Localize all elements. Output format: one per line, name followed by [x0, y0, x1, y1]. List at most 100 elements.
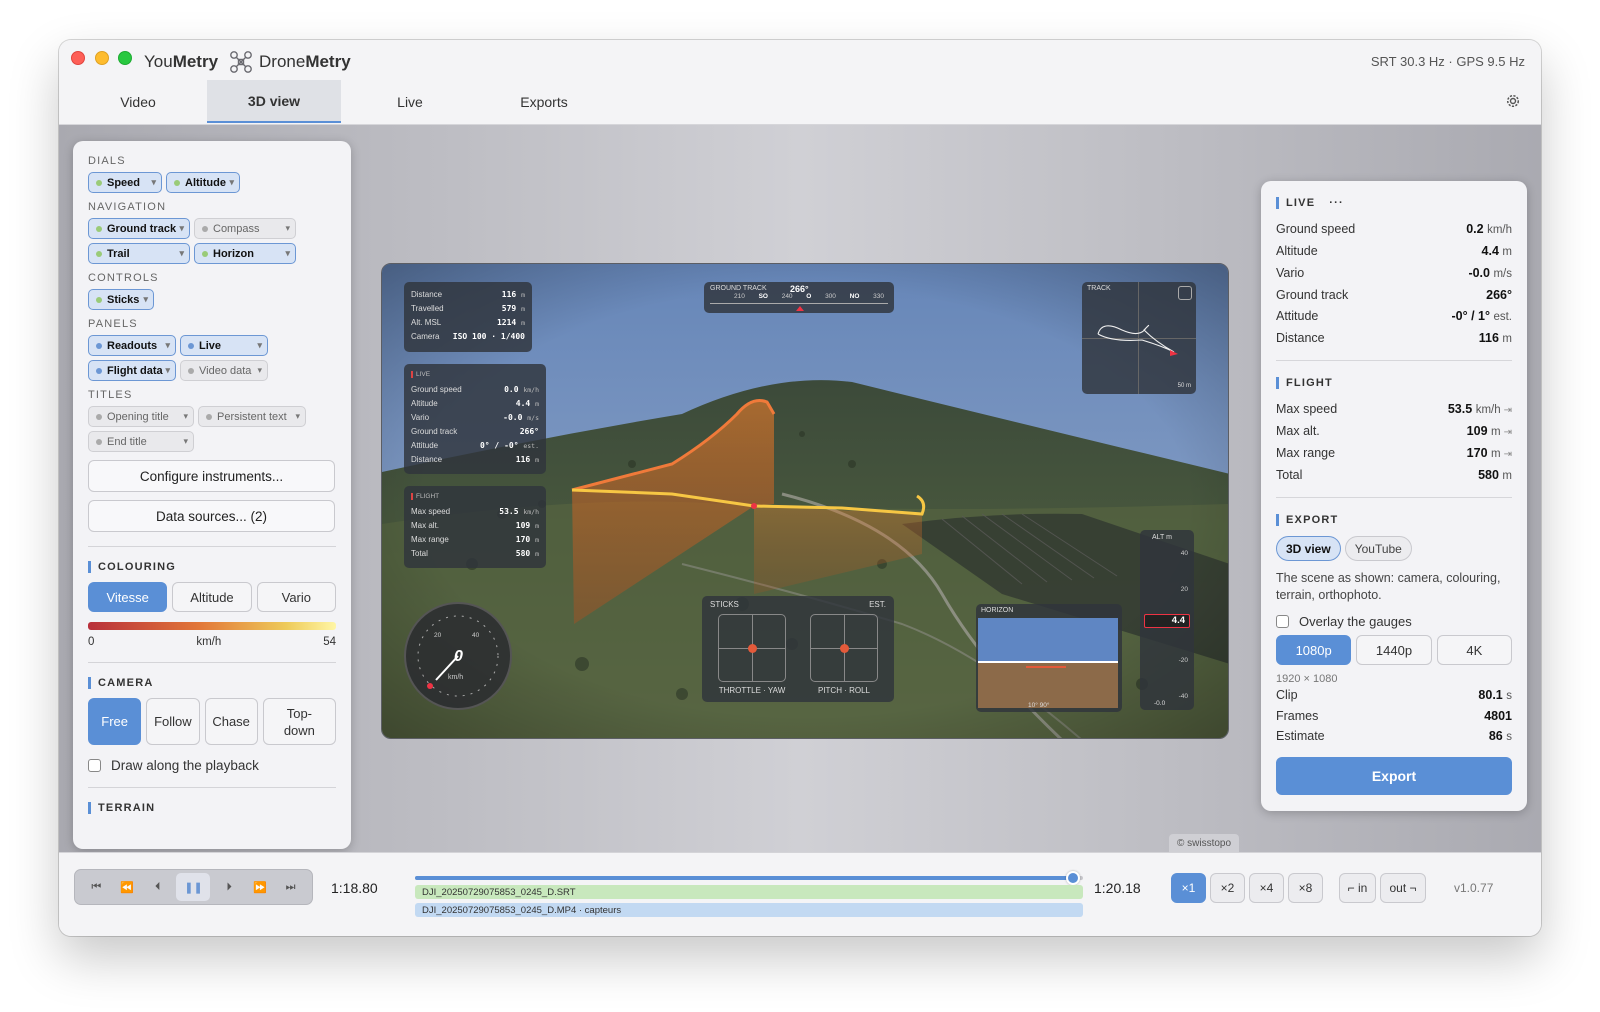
readout-unit: m	[521, 291, 525, 299]
jump-to-icon[interactable]: ⇥	[1504, 449, 1512, 460]
chip-persistent-text[interactable]: Persistent text ▾	[198, 406, 306, 427]
tab-3d-view[interactable]: 3D view	[207, 80, 341, 123]
export-button[interactable]: Export	[1276, 757, 1512, 795]
configure-instruments-button[interactable]: Configure instruments...	[88, 460, 335, 492]
chip-trail[interactable]: Trail ▾	[88, 243, 190, 264]
gt-scale-line	[710, 303, 888, 304]
export-tab-youtube[interactable]: YouTube	[1344, 536, 1412, 561]
flight-row: Total 580 m	[1276, 465, 1512, 487]
live-value: 0.2 km/h	[1466, 219, 1512, 241]
tab-exports[interactable]: Exports	[479, 80, 609, 123]
mark-in-button[interactable]: ⌐ in	[1339, 873, 1376, 903]
track-srt[interactable]: DJI_20250729075853_0245_D.SRT	[415, 885, 1083, 899]
settings-gear-icon[interactable]	[1505, 93, 1521, 109]
minimize-window-button[interactable]	[95, 51, 109, 65]
draw-along-checkbox-row[interactable]: Draw along the playback	[88, 758, 336, 773]
overlay-gauges-row[interactable]: Overlay the gauges	[1276, 614, 1512, 629]
chip-video-data[interactable]: Video data ▾	[180, 360, 268, 381]
readout-value: 579 m	[502, 302, 525, 316]
stat-row: Estimate 86 s	[1276, 726, 1512, 747]
pause-icon[interactable]: ❚❚	[176, 873, 211, 901]
step-back-icon[interactable]: ⏴	[146, 875, 170, 899]
chevron-down-icon: ▾	[165, 365, 170, 375]
skip-to-start-icon[interactable]: ⏮	[84, 875, 108, 899]
flight-number: 109	[1466, 424, 1488, 438]
colour-scale-bar	[88, 622, 336, 630]
mark-out-button[interactable]: out ¬	[1380, 873, 1426, 903]
chip-speed[interactable]: Speed ▾	[88, 172, 162, 193]
timeline-scrubber[interactable]	[1065, 871, 1080, 885]
brand-light: Drone	[259, 52, 306, 71]
flight-heading-label: FLIGHT	[1286, 377, 1333, 389]
live-unit: km/h	[1487, 224, 1512, 236]
live-unit: km/h	[523, 386, 539, 394]
scale-min: 0	[88, 636, 95, 648]
draw-along-checkbox[interactable]	[88, 759, 101, 772]
chip-sticks[interactable]: Sticks ▾	[88, 289, 154, 310]
chevron-down-icon: ▾	[183, 436, 188, 446]
flight-heading: FLIGHT	[1276, 377, 1512, 389]
chip-label: Ground track	[107, 222, 177, 235]
flight-unit: m	[535, 550, 539, 558]
colouring-vario[interactable]: Vario	[256, 582, 336, 612]
res-1440p[interactable]: 1440p	[1356, 635, 1432, 665]
sticks-right-label: PITCH · ROLL	[817, 686, 870, 695]
speed-x8-button[interactable]: ×8	[1288, 873, 1323, 903]
step-forward-icon[interactable]: ⏵	[217, 875, 241, 899]
camera-top-down[interactable]: Top-down	[262, 698, 336, 745]
chip-label: Altitude	[185, 176, 226, 189]
res-4k[interactable]: 4K	[1436, 635, 1512, 665]
rewind-icon[interactable]: ⏪	[115, 875, 139, 899]
colouring-vitesse[interactable]: Vitesse	[88, 582, 168, 612]
flight-value: 53.5 km/h ⇥	[1448, 399, 1512, 421]
skip-to-end-icon[interactable]: ⏭	[279, 875, 303, 899]
timeline-track[interactable]	[415, 871, 1083, 885]
fast-forward-icon[interactable]: ⏩	[248, 875, 272, 899]
jump-to-icon[interactable]: ⇥	[1504, 427, 1512, 438]
ground-track-ticks: 210 SO 240 O 300 NO 330	[734, 293, 884, 300]
chip-label: Horizon	[213, 247, 254, 260]
flight-value: 53.5 km/h	[499, 505, 539, 519]
camera-chase[interactable]: Chase	[204, 698, 258, 745]
more-options-icon[interactable]: ···	[1329, 197, 1344, 209]
live-row: Vario -0.0 m/s	[1276, 263, 1512, 285]
3d-viewport[interactable]: Distance 116 m Travelled 579 m Alt. MSL 121…	[381, 263, 1229, 739]
readout-label: Camera	[411, 332, 440, 341]
flight-value: 170 m	[516, 533, 539, 547]
export-tab-3d-view[interactable]: 3D view	[1276, 536, 1341, 561]
zoom-window-button[interactable]	[118, 51, 132, 65]
chip-compass[interactable]: Compass ▾	[194, 218, 296, 239]
horizon-title: HORIZON	[981, 607, 1014, 614]
track-mp4[interactable]: DJI_20250729075853_0245_D.MP4 · capteurs	[415, 903, 1083, 917]
camera-follow[interactable]: Follow	[146, 698, 200, 745]
close-window-button[interactable]	[71, 51, 85, 65]
speed-x1-button[interactable]: ×1	[1171, 873, 1206, 903]
status-dot	[96, 179, 102, 186]
flight-unit: m	[1502, 470, 1512, 482]
chip-altitude[interactable]: Altitude ▾	[166, 172, 240, 193]
tab-video[interactable]: Video	[73, 80, 203, 123]
gt-tick: 240	[781, 293, 793, 300]
camera-free[interactable]: Free	[88, 698, 142, 745]
flight-value: 109 m	[516, 519, 539, 533]
readout-row: Travelled 579 m	[411, 302, 525, 316]
colouring-altitude[interactable]: Altitude	[172, 582, 252, 612]
flight-label: Max speed	[411, 507, 451, 516]
chip-label: Live	[199, 339, 222, 352]
jump-to-icon[interactable]: ⇥	[1504, 405, 1512, 416]
speed-x4-button[interactable]: ×4	[1249, 873, 1284, 903]
overlay-gauges-checkbox[interactable]	[1276, 615, 1289, 628]
res-1080p[interactable]: 1080p	[1276, 635, 1352, 665]
chip-flight-data[interactable]: Flight data ▾	[88, 360, 176, 381]
chip-horizon[interactable]: Horizon ▾	[194, 243, 296, 264]
chip-ground-track[interactable]: Ground track ▾	[88, 218, 190, 239]
live-heading-label: LIVE	[1286, 197, 1316, 209]
data-sources-button[interactable]: Data sources... (2)	[88, 500, 335, 532]
speed-x2-button[interactable]: ×2	[1210, 873, 1245, 903]
tab-live[interactable]: Live	[345, 80, 475, 123]
status-dot	[174, 179, 180, 186]
chip-readouts[interactable]: Readouts ▾	[88, 335, 176, 356]
chip-end-title[interactable]: End title ▾	[88, 431, 194, 452]
chip-live[interactable]: Live ▾	[180, 335, 268, 356]
chip-opening-title[interactable]: Opening title ▾	[88, 406, 194, 427]
